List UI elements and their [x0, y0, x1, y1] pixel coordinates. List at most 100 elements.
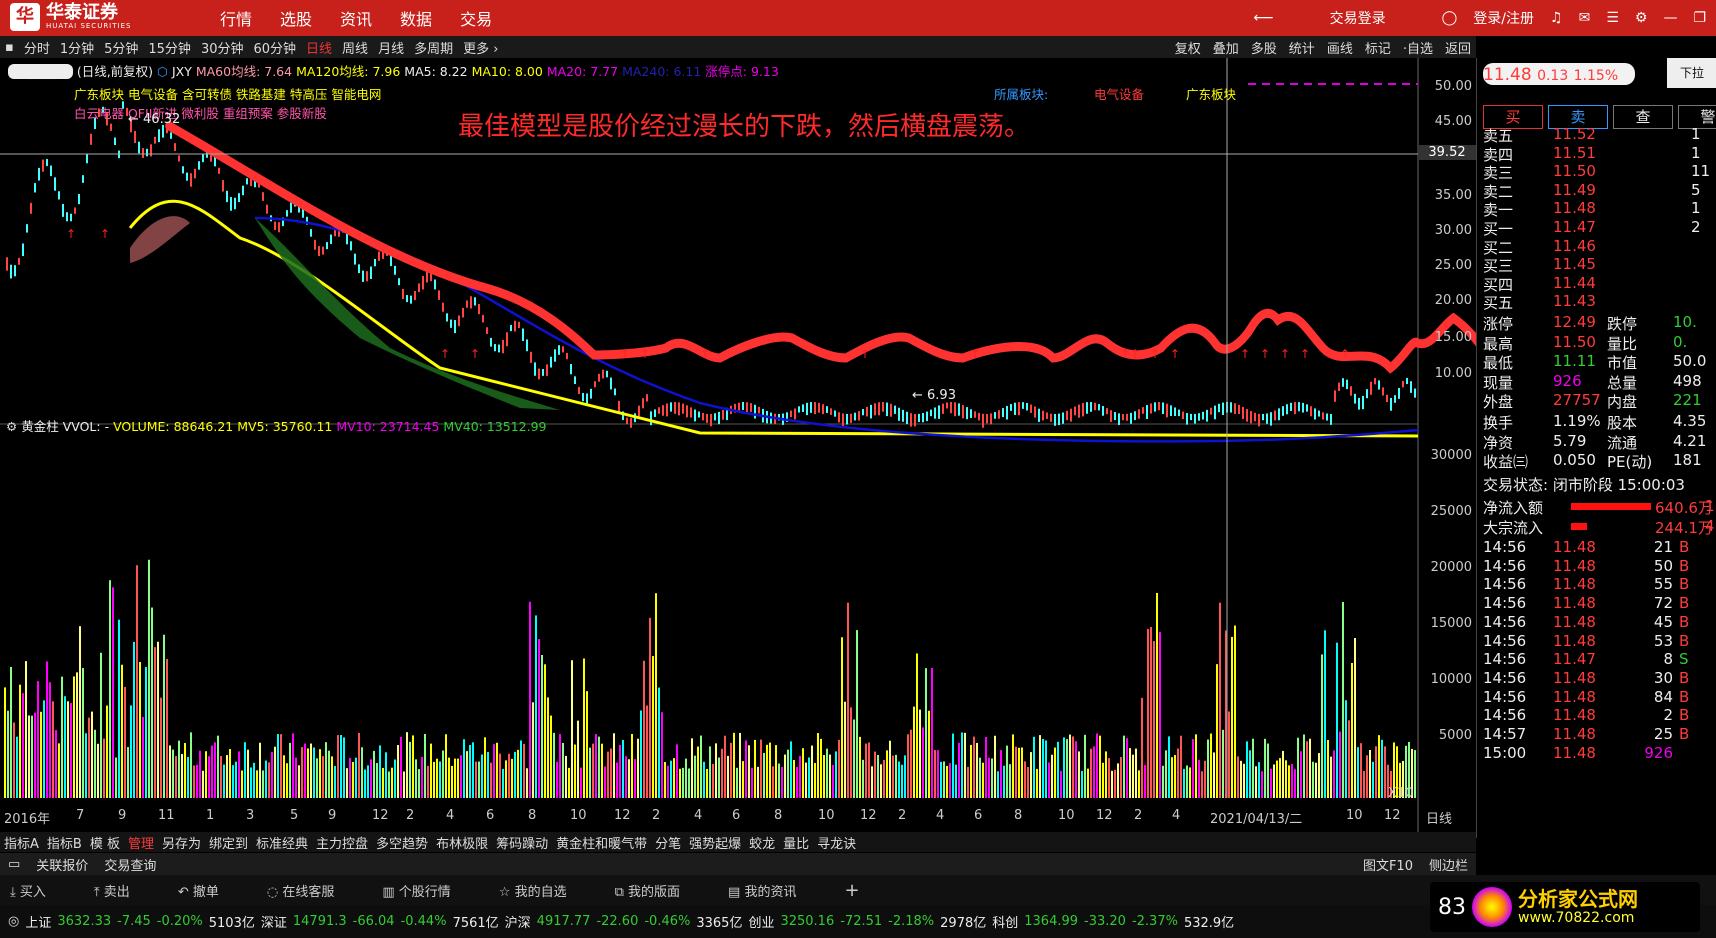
- indicator-tab[interactable]: 量比: [779, 833, 813, 852]
- tool-overlay[interactable]: 叠加: [1208, 38, 1244, 57]
- watchlist-action[interactable]: ☆ 我的自选: [499, 881, 591, 900]
- user-icon[interactable]: ◯: [1442, 10, 1458, 26]
- tool-watchlist[interactable]: ·自选: [1398, 38, 1438, 57]
- linked-quote-tab[interactable]: 关联报价: [28, 855, 96, 874]
- flow-label: 净流入额: [1483, 499, 1544, 517]
- period-tab-intraday[interactable]: 分时: [19, 38, 55, 57]
- menu-news[interactable]: 资讯: [340, 6, 372, 30]
- period-tab-30min[interactable]: 30分钟: [196, 38, 249, 57]
- login-register-link[interactable]: 登录/注册: [1473, 8, 1534, 28]
- tool-back[interactable]: 返回: [1440, 38, 1476, 57]
- indicator-tab[interactable]: 布林极限: [432, 833, 492, 852]
- volume-bar: [997, 771, 999, 798]
- mail-icon[interactable]: ✉: [1579, 10, 1591, 26]
- sector-guangdong[interactable]: 广东板块: [1186, 84, 1236, 103]
- indicator-name: JXY: [171, 64, 192, 79]
- service-icon[interactable]: ♫: [1550, 10, 1563, 26]
- menu-data[interactable]: 数据: [400, 6, 432, 30]
- sector-electrical[interactable]: 电气设备: [1094, 84, 1144, 103]
- status-menu-icon[interactable]: ◎: [8, 914, 19, 929]
- candle: [610, 377, 612, 390]
- restore-icon[interactable]: ❐: [1693, 10, 1706, 26]
- candle: [1078, 404, 1080, 418]
- period-tab-1min[interactable]: 1分钟: [55, 38, 99, 57]
- index-name[interactable]: 科创: [992, 912, 1018, 931]
- cancel-action[interactable]: ↶ 撤单: [178, 881, 243, 900]
- tool-adjust[interactable]: 复权: [1170, 38, 1206, 57]
- indicator-tab[interactable]: 强势起爆: [685, 833, 745, 852]
- back-arrow-icon[interactable]: ⟵: [1254, 10, 1274, 26]
- service-action[interactable]: ◌ 在线客服: [267, 881, 359, 900]
- settings-icon[interactable]: ⚙: [1635, 10, 1648, 26]
- indicator-tab[interactable]: 模 板: [86, 833, 124, 852]
- indicator-tab[interactable]: 标准经典: [252, 833, 312, 852]
- indicator-tab[interactable]: 寻龙诀: [813, 833, 860, 852]
- add-tab-button[interactable]: +: [844, 880, 859, 901]
- volume-bar: [148, 559, 150, 798]
- kline-chart[interactable]: ↑ ↑↑ ↑ ↑ ↑ ↑ ↑ ↑ ↑ ↑ ↑ ↑ ↑ ↑ ↑ ↑ ↑: [0, 58, 1476, 832]
- trade-login-button[interactable]: 交易登录: [1330, 8, 1386, 28]
- indicator-tab[interactable]: 管理: [124, 833, 158, 852]
- indicator-tab[interactable]: 绑定到: [205, 833, 252, 852]
- menu-small-icon[interactable]: ▪: [0, 40, 19, 55]
- period-tab-monthly[interactable]: 月线: [373, 38, 409, 57]
- menu-quotes[interactable]: 行情: [220, 6, 252, 30]
- tool-stats[interactable]: 统计: [1284, 38, 1320, 57]
- stat-label: 外盘: [1483, 393, 1514, 411]
- volume-bar: [493, 744, 495, 798]
- indicator-tab[interactable]: 主力控盘: [312, 833, 372, 852]
- candle: [854, 412, 856, 421]
- indicator-tab[interactable]: 分笔: [651, 833, 685, 852]
- index-name[interactable]: 沪深: [505, 912, 531, 931]
- period-tab-5min[interactable]: 5分钟: [99, 38, 143, 57]
- menu-stockpick[interactable]: 选股: [280, 6, 312, 30]
- candle: [898, 407, 900, 421]
- index-name[interactable]: 上证: [25, 912, 51, 931]
- volume-bar: [661, 712, 663, 798]
- list-icon[interactable]: ☰: [1606, 10, 1619, 26]
- volume-bar: [1093, 746, 1095, 798]
- sidebar-tab[interactable]: 侧边栏: [1421, 855, 1476, 874]
- candle: [1022, 402, 1024, 409]
- period-tab-daily[interactable]: 日线: [301, 38, 337, 57]
- indicator-tab[interactable]: 蛟龙: [745, 833, 779, 852]
- period-tab-60min[interactable]: 60分钟: [248, 38, 301, 57]
- volume-bar: [766, 744, 768, 798]
- minimize-icon[interactable]: —: [1663, 10, 1677, 26]
- indicator-tab[interactable]: 黄金柱和暖气带: [552, 833, 651, 852]
- trade-query-tab[interactable]: 交易查询: [96, 855, 164, 874]
- gear-icon[interactable]: ⚙: [6, 419, 17, 434]
- tool-multi[interactable]: 多股: [1246, 38, 1282, 57]
- candle: [1154, 402, 1156, 412]
- f10-tab[interactable]: 图文F10: [1355, 855, 1421, 874]
- volume-bar: [403, 771, 405, 798]
- volume-bar: [559, 734, 561, 798]
- volume-bar: [1009, 764, 1011, 798]
- period-tab-multi[interactable]: 多周期: [409, 38, 458, 57]
- volume-bar: [1294, 769, 1296, 798]
- tool-draw[interactable]: 画线: [1322, 38, 1358, 57]
- indicator-tab[interactable]: 指标B: [43, 833, 86, 852]
- tool-mark[interactable]: 标记: [1360, 38, 1396, 57]
- sell-action[interactable]: ⤒ 卖出: [94, 881, 154, 900]
- period-tab-weekly[interactable]: 周线: [337, 38, 373, 57]
- news-action[interactable]: ▤ 我的资讯: [728, 881, 820, 900]
- menu-trade[interactable]: 交易: [460, 6, 492, 30]
- query-button[interactable]: 查: [1613, 105, 1673, 129]
- layout-action[interactable]: ⧉ 我的版面: [615, 881, 704, 900]
- volume-bar: [1291, 764, 1293, 798]
- indicator-tab[interactable]: 指标A: [0, 833, 43, 852]
- volume-bar: [649, 617, 651, 798]
- stock-quote-action[interactable]: ▥ 个股行情: [382, 881, 474, 900]
- index-name[interactable]: 深证: [261, 912, 287, 931]
- indicator-tab[interactable]: 筹码躁动: [492, 833, 552, 852]
- collapse-icon[interactable]: ▭: [0, 857, 28, 872]
- period-tab-more[interactable]: 更多 ›: [458, 38, 503, 57]
- index-name[interactable]: 创业: [748, 912, 774, 931]
- candle: [18, 257, 20, 265]
- indicator-tab[interactable]: 多空趋势: [372, 833, 432, 852]
- indicator-tab[interactable]: 另存为: [158, 833, 205, 852]
- period-tab-15min[interactable]: 15分钟: [143, 38, 196, 57]
- buy-action[interactable]: ⤓ 买入: [10, 881, 70, 900]
- dropdown-button[interactable]: 下拉: [1667, 58, 1716, 88]
